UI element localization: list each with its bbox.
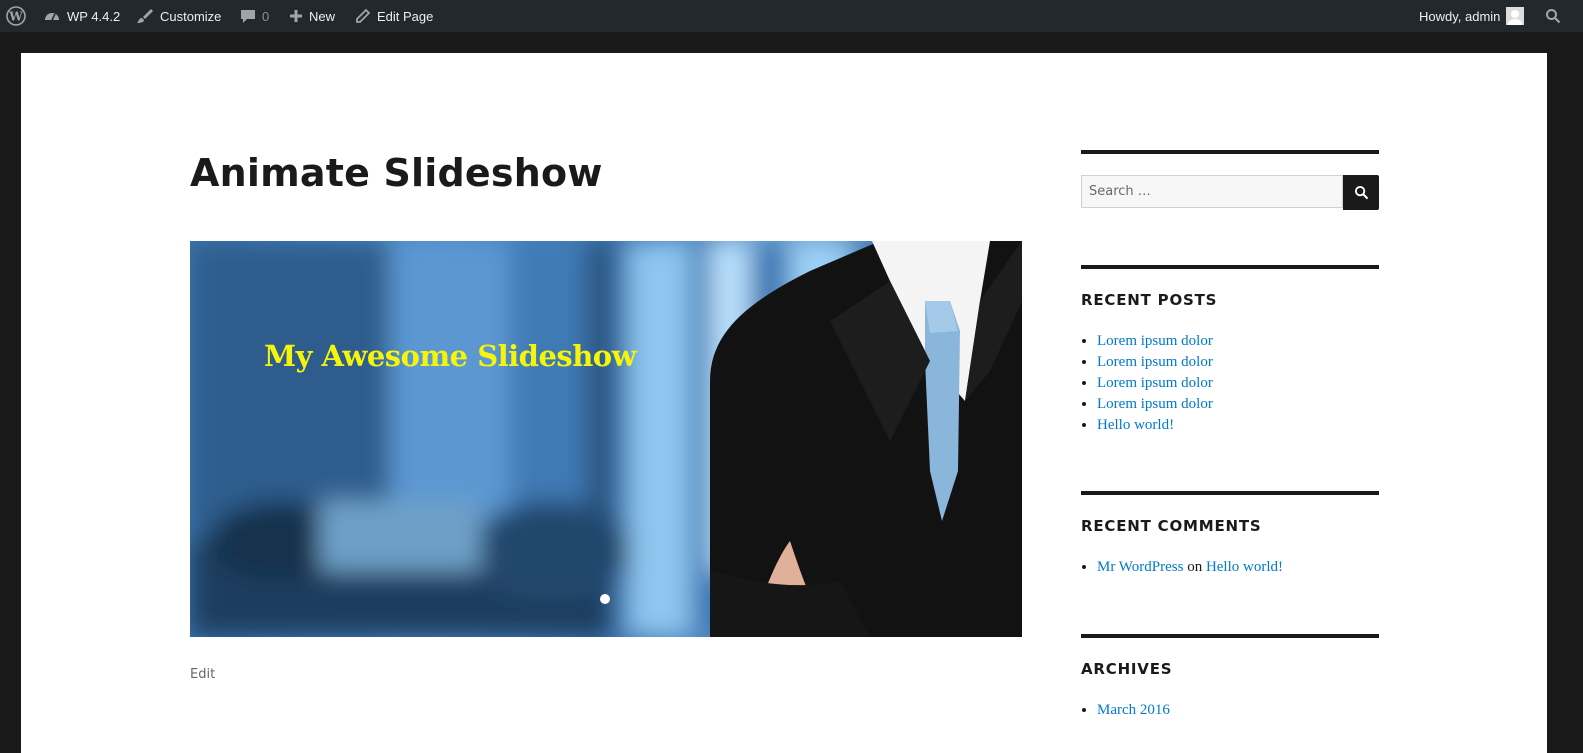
search-button[interactable] bbox=[1343, 175, 1379, 210]
search-icon bbox=[1354, 185, 1368, 200]
edit-page-label: Edit Page bbox=[377, 8, 434, 24]
slide-pager-dot[interactable] bbox=[600, 594, 610, 604]
recent-comments-list: Mr WordPress on Hello world! bbox=[1081, 557, 1283, 578]
search-icon bbox=[1546, 9, 1561, 24]
new-label: New bbox=[309, 8, 336, 24]
comment-on-text: on bbox=[1187, 559, 1203, 575]
page-title: Animate Slideshow bbox=[190, 151, 603, 195]
search-input[interactable] bbox=[1082, 176, 1329, 207]
wordpress-menu[interactable]: W bbox=[6, 0, 26, 32]
list-item: Lorem ipsum dolor bbox=[1097, 373, 1213, 394]
recent-post-link[interactable]: Lorem ipsum dolor bbox=[1097, 333, 1213, 349]
recent-posts-list: Lorem ipsum dolor Lorem ipsum dolor Lore… bbox=[1081, 331, 1213, 436]
slideshow[interactable]: My Awesome Slideshow bbox=[190, 241, 1022, 637]
search-field[interactable] bbox=[1081, 175, 1343, 208]
recent-posts-title: RECENT POSTS bbox=[1081, 291, 1218, 309]
recent-post-link[interactable]: Hello world! bbox=[1097, 417, 1174, 433]
slide-caption: My Awesome Slideshow bbox=[264, 339, 637, 373]
wordpress-icon: W bbox=[6, 6, 26, 26]
comments-count: 0 bbox=[262, 8, 270, 24]
slide-image bbox=[190, 241, 1022, 637]
site-name-menu[interactable]: WP 4.4.2 bbox=[43, 0, 120, 32]
archives-title: ARCHIVES bbox=[1081, 660, 1173, 678]
avatar bbox=[1506, 7, 1525, 25]
list-item: Lorem ipsum dolor bbox=[1097, 394, 1213, 415]
recent-post-link[interactable]: Lorem ipsum dolor bbox=[1097, 396, 1213, 412]
list-item: Lorem ipsum dolor bbox=[1097, 331, 1213, 352]
archives-list: March 2016 bbox=[1081, 700, 1170, 721]
plus-icon bbox=[290, 10, 302, 22]
list-item: Lorem ipsum dolor bbox=[1097, 352, 1213, 373]
comment-icon bbox=[241, 10, 255, 23]
search-widget-rule bbox=[1081, 150, 1379, 154]
recent-post-link[interactable]: Lorem ipsum dolor bbox=[1097, 375, 1213, 391]
svg-text:W: W bbox=[8, 10, 23, 24]
new-content-menu[interactable]: New bbox=[289, 0, 335, 32]
dashboard-icon bbox=[45, 13, 59, 21]
recent-post-link[interactable]: Lorem ipsum dolor bbox=[1097, 354, 1213, 370]
adminbar-search[interactable] bbox=[1545, 0, 1561, 32]
list-item: Mr WordPress on Hello world! bbox=[1097, 557, 1283, 578]
archives-rule bbox=[1081, 634, 1379, 638]
comments-menu[interactable]: 0 bbox=[240, 0, 269, 32]
comment-author-link[interactable]: Mr WordPress bbox=[1097, 559, 1183, 575]
howdy-label: Howdy, admin bbox=[1419, 8, 1501, 24]
paintbrush-icon bbox=[137, 9, 153, 23]
comment-post-link[interactable]: Hello world! bbox=[1206, 559, 1283, 575]
admin-bar: W WP 4.4.2 Customize 0 New Edit Page How… bbox=[0, 0, 1583, 32]
edit-page-menu[interactable]: Edit Page bbox=[355, 0, 433, 32]
site-name-label: WP 4.4.2 bbox=[67, 8, 121, 24]
customize-menu[interactable]: Customize bbox=[136, 0, 221, 32]
customize-label: Customize bbox=[160, 8, 222, 24]
list-item: March 2016 bbox=[1097, 700, 1170, 721]
recent-comments-title: RECENT COMMENTS bbox=[1081, 517, 1262, 535]
archive-link[interactable]: March 2016 bbox=[1097, 702, 1170, 718]
page-container: Animate Slideshow My Awesome Slideshow E… bbox=[21, 53, 1547, 753]
list-item: Hello world! bbox=[1097, 415, 1213, 436]
recent-comments-rule bbox=[1081, 491, 1379, 495]
pencil-icon bbox=[356, 8, 371, 23]
edit-link[interactable]: Edit bbox=[190, 667, 215, 682]
account-menu[interactable]: Howdy, admin bbox=[1419, 0, 1525, 32]
recent-posts-rule bbox=[1081, 265, 1379, 269]
